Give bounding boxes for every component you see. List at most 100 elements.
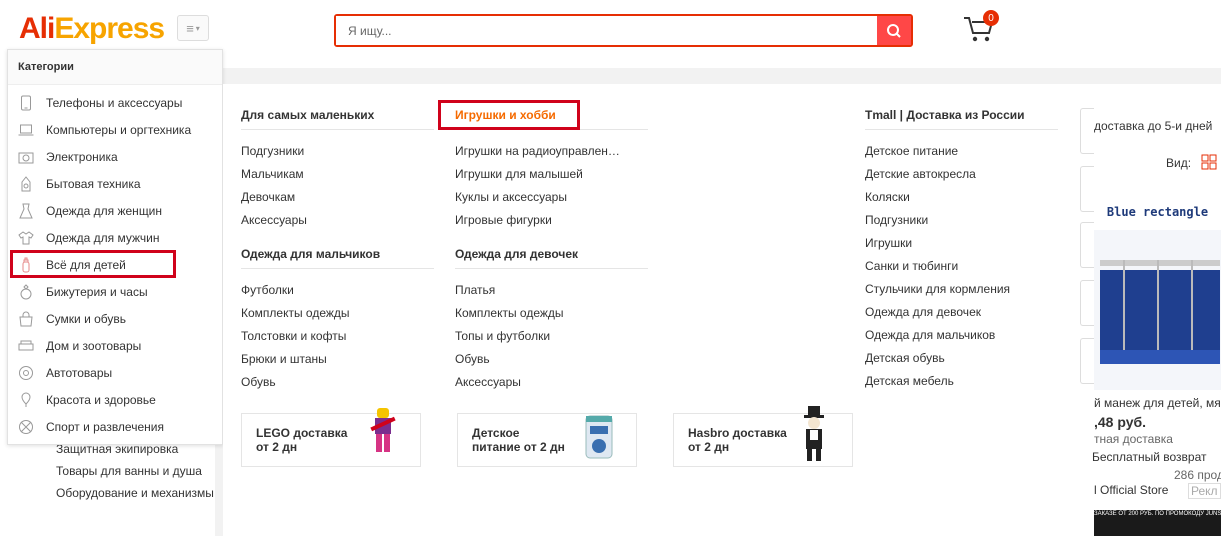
- promo-hasbro[interactable]: Hasbro доставка от 2 дн: [673, 406, 853, 467]
- link-tops[interactable]: Топы и футболки: [455, 325, 648, 348]
- search-input[interactable]: [336, 16, 877, 45]
- left-sub-item[interactable]: Оборудование и механизмы: [56, 485, 216, 501]
- aliexpress-logo[interactable]: AliExpress: [19, 12, 165, 46]
- link-kids-shoes[interactable]: Детская обувь: [865, 347, 1058, 370]
- link-car-seats[interactable]: Детские автокресла: [865, 163, 1058, 186]
- wheel-icon: [18, 365, 34, 381]
- link-tmall-toys[interactable]: Игрушки: [865, 232, 1058, 255]
- product-returns: Бесплатный возврат: [1092, 450, 1207, 464]
- link-strollers[interactable]: Коляски: [865, 186, 1058, 209]
- category-label: Одежда для женщин: [46, 203, 163, 218]
- heading-tmall-russia[interactable]: Tmall | Доставка из России: [865, 108, 1058, 130]
- category-computers[interactable]: Компьютеры и оргтехника: [8, 116, 222, 143]
- lego-figure-icon: [370, 408, 396, 452]
- category-label: Одежда для мужчин: [46, 230, 160, 245]
- promo-baby-food[interactable]: Детское питание от 2 дн: [457, 413, 637, 467]
- promo-baby-food-text: Детское питание от 2 дн: [472, 426, 565, 454]
- left-sub-item[interactable]: Товары для ванны и душа: [56, 463, 216, 479]
- link-shoes[interactable]: Обувь: [241, 371, 434, 394]
- category-electronics[interactable]: Электроника: [8, 143, 222, 170]
- search-button[interactable]: [877, 16, 911, 45]
- logo-part-ali: Ali: [19, 12, 55, 45]
- chevron-down-icon: ▾: [195, 23, 200, 33]
- dress-icon: [18, 203, 34, 219]
- link-tshirts[interactable]: Футболки: [241, 279, 434, 302]
- category-label: Автотовары: [46, 365, 113, 380]
- product-image[interactable]: Blue rectangle: [1094, 194, 1221, 390]
- hamburger-icon: ≡: [186, 20, 194, 36]
- ad-badge: Рекл: [1188, 483, 1221, 499]
- link-rc-toys[interactable]: Игрушки на радиоуправлен…: [455, 140, 648, 163]
- lipstick-icon: [18, 391, 34, 408]
- category-label: Спорт и развлечения: [46, 419, 164, 434]
- tab-edge: [1080, 108, 1094, 154]
- ball-icon: [18, 419, 34, 435]
- category-label: Компьютеры и оргтехника: [46, 122, 192, 137]
- search-bar: [334, 14, 913, 47]
- sofa-icon: [18, 338, 34, 354]
- link-girls[interactable]: Девочкам: [241, 186, 434, 209]
- category-sport[interactable]: Спорт и развлечения: [8, 413, 222, 440]
- category-appliances[interactable]: Бытовая техника: [8, 170, 222, 197]
- link-boys[interactable]: Мальчикам: [241, 163, 434, 186]
- store-link[interactable]: l Official Store: [1094, 483, 1168, 497]
- link-outfits[interactable]: Комплекты одежды: [241, 302, 434, 325]
- link-kids-furniture[interactable]: Детская мебель: [865, 370, 1058, 393]
- promo-strip[interactable]: ЗАКАЗЕ ОТ 200 РУБ. ПО ПРОМОКОДУ JUNSH: [1094, 510, 1221, 536]
- link-figures[interactable]: Игровые фигурки: [455, 209, 648, 232]
- link-hoodies[interactable]: Толстовки и кофты: [241, 325, 434, 348]
- category-women-clothing[interactable]: Одежда для женщин: [8, 197, 222, 224]
- link-tmall-boys-clothing[interactable]: Одежда для мальчиков: [865, 324, 1058, 347]
- ring-icon: [18, 283, 34, 300]
- link-highchairs[interactable]: Стульчики для кормления: [865, 278, 1058, 301]
- heading-smallest[interactable]: Для самых маленьких: [241, 108, 434, 130]
- product-shipping: тная доставка: [1094, 432, 1173, 446]
- tab-edge: [1080, 338, 1094, 384]
- product-title[interactable]: й манеж для детей, мяч: [1094, 396, 1221, 410]
- link-dolls[interactable]: Куклы и аксессуары: [455, 186, 648, 209]
- link-girls-accessories[interactable]: Аксессуары: [455, 371, 648, 394]
- category-label: Телефоны и аксессуары: [46, 95, 183, 110]
- link-pants[interactable]: Брюки и штаны: [241, 348, 434, 371]
- tab-edge: [1080, 222, 1094, 268]
- bag-icon: [18, 311, 34, 327]
- promo-lego[interactable]: LEGO доставка от 2 дн: [241, 408, 421, 467]
- link-sleds[interactable]: Санки и тюбинги: [865, 255, 1058, 278]
- promo-strip-text: ЗАКАЗЕ ОТ 200 РУБ. ПО ПРОМОКОДУ JUNSH: [1094, 511, 1221, 517]
- link-girls-outfits[interactable]: Комплекты одежды: [455, 302, 648, 325]
- category-auto[interactable]: Автотовары: [8, 359, 222, 386]
- product-orders: 286 прод: [1174, 468, 1221, 482]
- link-girls-shoes[interactable]: Обувь: [455, 348, 648, 371]
- link-baby-food[interactable]: Детское питание: [865, 140, 1058, 163]
- category-bags-shoes[interactable]: Сумки и обувь: [8, 305, 222, 332]
- highlight-box-kids-category: [10, 250, 176, 278]
- category-label: Красота и здоровье: [46, 392, 156, 407]
- tab-edge: [1080, 166, 1094, 212]
- nan-formula-can-icon: [585, 415, 613, 459]
- link-accessories[interactable]: Аксессуары: [241, 209, 434, 232]
- category-phones[interactable]: Телефоны и аксессуары: [8, 89, 222, 116]
- tab-edge: [1080, 280, 1094, 326]
- category-home-pets[interactable]: Дом и зоотовары: [8, 332, 222, 359]
- link-baby-toys[interactable]: Игрушки для малышей: [455, 163, 648, 186]
- grid-view-icon[interactable]: [1201, 154, 1217, 170]
- category-beauty-health[interactable]: Красота и здоровье: [8, 386, 222, 413]
- monopoly-man-icon: [804, 406, 824, 461]
- link-tmall-girls-clothing[interactable]: Одежда для девочек: [865, 301, 1058, 324]
- category-label: Сумки и обувь: [46, 311, 127, 326]
- heading-boys-clothing[interactable]: Одежда для мальчиков: [241, 247, 434, 269]
- category-jewelry[interactable]: Бижутерия и часы: [8, 278, 222, 305]
- link-diapers[interactable]: Подгузники: [241, 140, 434, 163]
- view-label: Вид:: [1166, 156, 1192, 170]
- link-dresses[interactable]: Платья: [455, 279, 648, 302]
- left-subcategory-list: Защитная экипировка Товары для ванны и д…: [56, 441, 216, 507]
- link-tmall-diapers[interactable]: Подгузники: [865, 209, 1058, 232]
- category-men-clothing[interactable]: Одежда для мужчин: [8, 224, 222, 251]
- heading-girls-clothing[interactable]: Одежда для девочек: [455, 247, 648, 269]
- categories-dropdown: Категории Телефоны и аксессуары Компьюте…: [7, 49, 223, 445]
- categories-menu-toggle[interactable]: ≡ ▾: [177, 15, 209, 41]
- delivery-filter-label[interactable]: доставка до 5-и дней: [1094, 119, 1212, 133]
- search-icon: [887, 23, 901, 38]
- phone-icon: [18, 95, 34, 111]
- product-listing-partial: доставка до 5-и дней Вид: Blue rectangle…: [1078, 84, 1221, 536]
